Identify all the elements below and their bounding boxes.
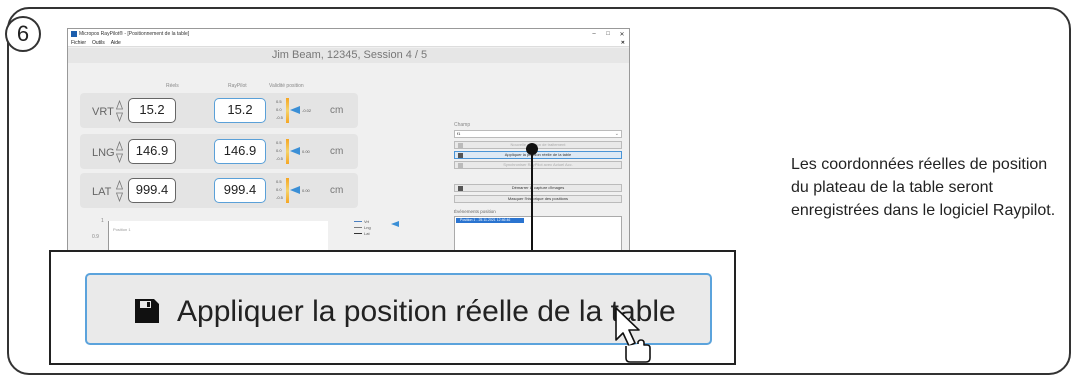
graph-label: Position 1: [113, 227, 131, 232]
column-header-raypilot: RayPilot: [228, 83, 247, 89]
pointer-value: -0.02: [302, 108, 312, 113]
pointer-icon: [290, 147, 300, 155]
column-header-validite: Validité position: [269, 83, 304, 89]
raypilot-value: 146.9: [214, 139, 266, 164]
sync-button[interactable]: Synchroniser RayPilot avec Actuel Acc.: [454, 161, 622, 169]
graph-axis-mid: 0.9: [92, 234, 99, 240]
sync-icon: [458, 163, 463, 168]
hide-history-button[interactable]: Masquer l'historique des positions: [454, 195, 622, 203]
apply-position-button[interactable]: Appliquer la position réelle de la table: [454, 151, 622, 159]
callout-line: [531, 149, 533, 250]
camera-icon: [458, 186, 463, 191]
unit-label: cm: [330, 185, 344, 196]
stepper-arrows-icon[interactable]: [116, 180, 123, 202]
stepper-arrows-icon[interactable]: [116, 100, 123, 122]
validity-bar: [286, 178, 289, 203]
graph-legend: Vrt Lng Lat: [354, 219, 371, 237]
save-icon: [135, 299, 159, 323]
session-title: Jim Beam, 12345, Session 4 / 5: [68, 48, 629, 63]
row-label: VRT: [92, 106, 114, 118]
coordinate-row-lng: LNG 146.9 146.9 0.5 0.0 -0.5 0.00 cm: [80, 134, 358, 169]
events-label: Événements position: [454, 209, 496, 214]
app-icon: [71, 31, 77, 37]
validity-bar: [286, 139, 289, 164]
stepper-arrows-icon[interactable]: [116, 141, 123, 163]
pointer-value: 0.00: [302, 149, 310, 154]
row-label: LNG: [92, 147, 115, 159]
champ-label: Champ: [454, 122, 471, 128]
validity-scale: 0.5 0.0 -0.5: [276, 140, 283, 161]
menu-outils[interactable]: Outils: [92, 40, 105, 46]
validity-scale: 0.5 0.0 -0.5: [276, 99, 283, 120]
graph-axis-top: 1: [101, 218, 104, 224]
field-select-value: f1: [457, 131, 461, 136]
minimize-icon[interactable]: –: [587, 31, 601, 37]
hide-history-label: Masquer l'historique des positions: [507, 196, 569, 201]
menu-fichier[interactable]: Fichier: [71, 40, 86, 46]
close-icon[interactable]: ✕: [615, 31, 629, 38]
hand-cursor-icon: [615, 307, 651, 363]
apply-position-label: Appliquer la position réelle de la table: [504, 152, 572, 157]
legend-pointer-icon: [391, 221, 399, 227]
validity-bar: [286, 98, 289, 123]
app-screenshot: Micropos RayPilot® - [Positionnement de …: [67, 28, 630, 260]
chevron-down-icon: ⌄: [614, 131, 619, 137]
raypilot-value: 999.4: [214, 178, 266, 203]
coordinate-row-lat: LAT 999.4 999.4 0.5 0.0 -0.5 0.00 cm: [80, 173, 358, 208]
new-position-button[interactable]: Nouvelle position de traitement: [454, 141, 622, 149]
window-titlebar: Micropos RayPilot® - [Positionnement de …: [68, 29, 629, 39]
real-value: 146.9: [128, 139, 176, 164]
window-title: Micropos RayPilot® - [Positionnement de …: [79, 31, 190, 37]
maximize-icon[interactable]: □: [601, 31, 615, 37]
real-value: 15.2: [128, 98, 176, 123]
instruction-text: Les coordonnées réelles de position du p…: [791, 156, 1056, 219]
sync-label: Synchroniser RayPilot avec Actuel Acc.: [503, 162, 573, 167]
real-value: 999.4: [128, 178, 176, 203]
save-icon: [458, 153, 463, 158]
list-item[interactable]: Position 1 - 25.11.2021 12:46:46: [456, 218, 524, 223]
field-select[interactable]: f1 ⌄: [454, 130, 622, 138]
column-header-reels: Réels: [166, 83, 179, 89]
row-label: LAT: [92, 186, 112, 198]
pointer-icon: [290, 106, 300, 114]
unit-label: cm: [330, 105, 344, 116]
raypilot-value: 15.2: [214, 98, 266, 123]
child-close-icon[interactable]: ✕: [621, 40, 625, 46]
start-capture-button[interactable]: Démarrer la capture d'images: [454, 184, 622, 192]
new-position-label: Nouvelle position de traitement: [510, 142, 566, 147]
menu-bar: Fichier Outils Aide ✕: [68, 39, 629, 47]
apply-position-label-zoomed: Appliquer la position réelle de la table: [177, 295, 676, 328]
pointer-value: 0.00: [302, 188, 310, 193]
start-capture-label: Démarrer la capture d'images: [511, 185, 565, 190]
menu-aide[interactable]: Aide: [111, 40, 121, 46]
pointer-icon: [290, 186, 300, 194]
step-number: 6: [5, 16, 41, 52]
new-icon: [458, 143, 463, 148]
validity-scale: 0.5 0.0 -0.5: [276, 179, 283, 200]
unit-label: cm: [330, 146, 344, 157]
coordinate-row-vrt: VRT 15.2 15.2 0.5 0.0 -0.5 -0.02 cm: [80, 93, 358, 128]
